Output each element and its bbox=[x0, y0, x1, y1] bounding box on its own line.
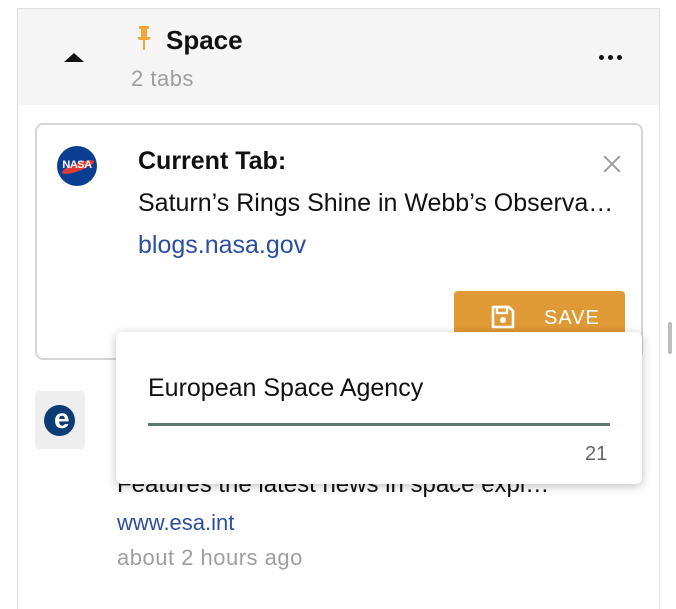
group-header: Space 2 tabs bbox=[18, 9, 659, 105]
input-underline bbox=[148, 423, 610, 426]
group-title: Space bbox=[166, 25, 243, 55]
more-dot-icon bbox=[599, 55, 604, 60]
save-button-label: SAVE bbox=[544, 307, 600, 329]
current-tab-card: NASA Current Tab: Saturn’s Rings Shine i… bbox=[35, 123, 643, 360]
close-icon[interactable] bbox=[601, 153, 623, 175]
rename-popover: 21 bbox=[116, 332, 642, 484]
scrollbar-thumb[interactable] bbox=[668, 322, 672, 354]
pin-icon bbox=[137, 26, 151, 50]
character-counter: 21 bbox=[585, 443, 608, 465]
current-tab-url[interactable]: blogs.nasa.gov bbox=[138, 231, 306, 260]
floppy-disk-icon bbox=[491, 305, 515, 329]
caret-up-icon bbox=[64, 53, 84, 62]
nasa-favicon: NASA bbox=[57, 146, 97, 186]
saved-tab-url[interactable]: www.esa.int bbox=[117, 510, 234, 536]
collapse-toggle-button[interactable] bbox=[62, 45, 86, 69]
current-tab-title: Saturn’s Rings Shine in Webb’s Observati… bbox=[138, 189, 618, 217]
esa-favicon: e bbox=[35, 391, 85, 449]
tab-name-input[interactable] bbox=[148, 370, 610, 406]
more-dot-icon bbox=[608, 55, 613, 60]
saved-tab-time: about 2 hours ago bbox=[117, 545, 303, 570]
more-dot-icon bbox=[617, 55, 622, 60]
more-options-button[interactable] bbox=[596, 45, 626, 69]
tab-group-panel: Space 2 tabs NASA Current Tab: Saturn’s … bbox=[17, 8, 660, 609]
current-tab-label: Current Tab: bbox=[138, 147, 287, 175]
group-tab-count: 2 tabs bbox=[131, 66, 194, 91]
